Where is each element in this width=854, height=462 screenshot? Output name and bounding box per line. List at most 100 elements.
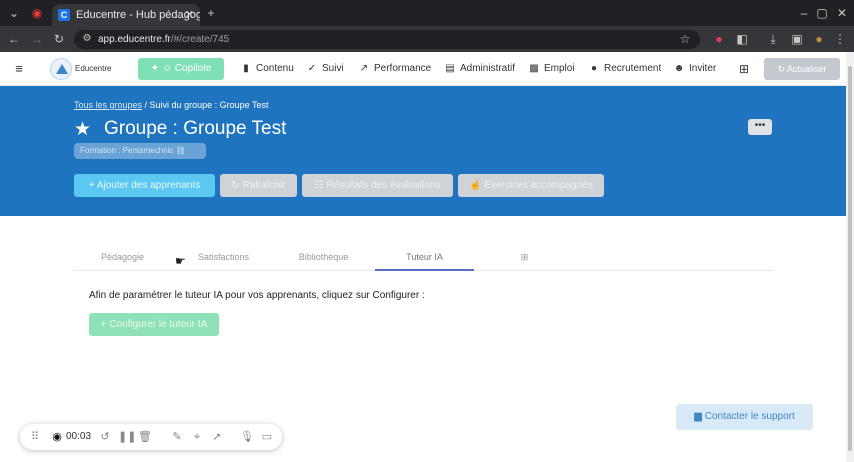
add-square-icon[interactable]: ⊞: [737, 62, 751, 76]
nav-item-label: Performance: [374, 63, 432, 74]
nav-item-emploi[interactable]: ▩ Emploi: [528, 52, 575, 86]
tab-add[interactable]: ⊞: [475, 250, 574, 270]
chart-icon: ↗: [359, 63, 369, 74]
nav-item-label: Inviter: [689, 63, 717, 74]
microphone-icon[interactable]: 🎙: [240, 430, 254, 444]
nav-item-label: Suivi: [322, 63, 344, 74]
url-path: /#/create/745: [170, 34, 230, 45]
recording-time: 00:03: [66, 431, 92, 442]
logo-text[interactable]: Educentre: [75, 64, 111, 73]
logo-icon[interactable]: [50, 58, 72, 80]
pointer-icon[interactable]: ➚: [210, 430, 224, 444]
contact-support-label: Contacter le support: [704, 411, 795, 422]
profile-avatar-icon[interactable]: ●: [812, 32, 826, 46]
refresh-icon: ↻: [777, 64, 788, 74]
eval-results-label: Résultats des évaluations: [326, 180, 441, 191]
extensions-icon[interactable]: ◧: [735, 32, 749, 46]
extension-icon[interactable]: ▣: [790, 32, 804, 46]
window-close-icon[interactable]: ✕: [835, 6, 849, 20]
camera-icon[interactable]: ▭: [260, 430, 274, 444]
pen-icon[interactable]: ✎: [170, 430, 184, 444]
accompanied-exercises-button[interactable]: ☝ Exercices accompagnés: [458, 174, 604, 197]
nav-item-label: Emploi: [544, 63, 575, 74]
briefcase-icon: ▩: [529, 63, 539, 74]
plus-icon[interactable]: +: [204, 6, 218, 20]
formation-tag-label: Formation : Pentamechnic: [80, 146, 174, 155]
more-options-button[interactable]: •••: [748, 119, 772, 135]
breadcrumb-current: / Suivi du groupe : Groupe Test: [142, 100, 269, 110]
user-icon: ●: [590, 63, 598, 74]
page-scrollbar-thumb[interactable]: [848, 66, 852, 451]
site-info-icon[interactable]: ⚙: [80, 32, 94, 46]
record-indicator-icon: ◉: [31, 6, 43, 20]
address-bar[interactable]: ⚙ app.educentre.fr/#/create/745 ☆: [74, 30, 700, 49]
star-icon[interactable]: ★: [74, 118, 91, 141]
add-user-icon: ☻: [673, 63, 685, 74]
nav-item-suivi[interactable]: ✓ Suivi: [306, 52, 344, 86]
nav-item-label: Administratif: [460, 63, 516, 74]
nav-item-recrutement[interactable]: ● Recrutement: [588, 52, 661, 86]
browser-menu-icon[interactable]: ⋮: [833, 32, 847, 46]
restart-icon[interactable]: ↺: [98, 430, 112, 444]
file-icon: ▤: [445, 63, 455, 74]
contact-support-button[interactable]: ▆ Contacter le support: [676, 404, 813, 430]
site-favicon-icon: C: [58, 9, 70, 21]
mouse-cursor-icon: ☛: [175, 254, 186, 268]
add-learners-button[interactable]: + Ajouter des apprenants: [74, 174, 215, 197]
copilote-button[interactable]: ✦ ☺ Copilote: [138, 58, 224, 80]
nav-item-administratif[interactable]: ▤ Administratif: [444, 52, 515, 86]
browser-tab[interactable]: C Educentre - Hub pédagog ✕: [52, 4, 200, 26]
hamburger-menu-icon[interactable]: ≡: [12, 62, 26, 76]
reload-icon[interactable]: ↻: [52, 32, 66, 46]
plus-icon: +: [88, 180, 97, 191]
refresh-icon: ↻: [231, 180, 243, 191]
copilote-button-label: Copilote: [174, 63, 212, 74]
tab-bibliotheque[interactable]: Bibliothèque: [274, 250, 373, 270]
tab-search-icon[interactable]: ⌄: [7, 6, 21, 20]
add-tab-icon: ⊞: [520, 252, 529, 262]
breadcrumb: Tous les groupes / Suivi du groupe : Gro…: [74, 100, 268, 110]
page-title: Groupe : Groupe Test: [104, 118, 287, 139]
stop-record-icon[interactable]: ◉: [50, 430, 64, 444]
formation-tag[interactable]: Formation : Pentamechnic ⛓: [74, 143, 206, 159]
bookmark-star-icon[interactable]: ☆: [678, 32, 692, 46]
accompanied-exercises-label: Exercices accompagnés: [484, 180, 593, 191]
chat-icon: ▆: [694, 411, 705, 422]
maximize-icon[interactable]: ▢: [815, 6, 829, 20]
nav-item-performance[interactable]: ↗ Performance: [358, 52, 431, 86]
app-header: ≡ Educentre ✦ ☺ Copilote ▮ Contenu ✓ Suivi…: [0, 52, 846, 86]
tab-pedagogie[interactable]: Pédagogie: [73, 250, 172, 270]
tutor-instruction-text: Afin de paramétrer le tuteur IA pour vos…: [89, 290, 425, 301]
refresh-button[interactable]: ↻ Rafraîchir: [220, 174, 297, 197]
tab-satisfactions[interactable]: Satisfactions: [174, 250, 273, 270]
url-host: app.educentre.fr: [98, 34, 171, 45]
tab-tuteur-ia[interactable]: Tuteur IA: [375, 250, 474, 270]
download-icon[interactable]: ⤓: [766, 32, 780, 46]
delete-icon[interactable]: 🗑: [138, 430, 152, 444]
bookmark-icon: ▮: [243, 63, 249, 74]
actualiser-button[interactable]: ↻ Actualiser: [764, 58, 840, 80]
configure-tutor-label: Configurer le tuteur IA: [109, 319, 208, 330]
back-icon[interactable]: ←: [7, 32, 21, 46]
breadcrumb-link[interactable]: Tous les groupes: [74, 100, 142, 110]
sparkle-icon: ✦ ☺: [150, 63, 175, 74]
drag-handle-icon[interactable]: ⠿: [28, 430, 42, 444]
active-tab-indicator: [375, 269, 474, 271]
target-icon[interactable]: ⌖: [190, 430, 204, 444]
pause-icon[interactable]: ❚❚: [118, 430, 136, 444]
link-icon: ⛓: [173, 146, 186, 155]
hand-icon: ☝: [469, 180, 485, 191]
actualiser-button-label: Actualiser: [787, 64, 827, 74]
eval-results-button[interactable]: ☷ Résultats des évaluations: [302, 174, 453, 197]
configure-tutor-button[interactable]: + Configurer le tuteur IA: [89, 313, 219, 336]
refresh-label: Rafraîchir: [242, 180, 286, 191]
minimize-icon[interactable]: –: [797, 6, 811, 20]
forward-icon[interactable]: →: [30, 32, 44, 46]
extension-record-icon[interactable]: ●: [712, 32, 726, 46]
nav-item-inviter[interactable]: ☻ Inviter: [673, 52, 717, 86]
grid-icon: ☷: [314, 180, 327, 191]
nav-item-contenu[interactable]: ▮ Contenu: [240, 52, 294, 86]
check-circle-icon: ✓: [307, 63, 317, 74]
close-icon[interactable]: ✕: [185, 4, 194, 26]
browser-tab-strip: ⌄ ◉ C Educentre - Hub pédagog ✕ + – ▢ ✕: [0, 0, 854, 26]
